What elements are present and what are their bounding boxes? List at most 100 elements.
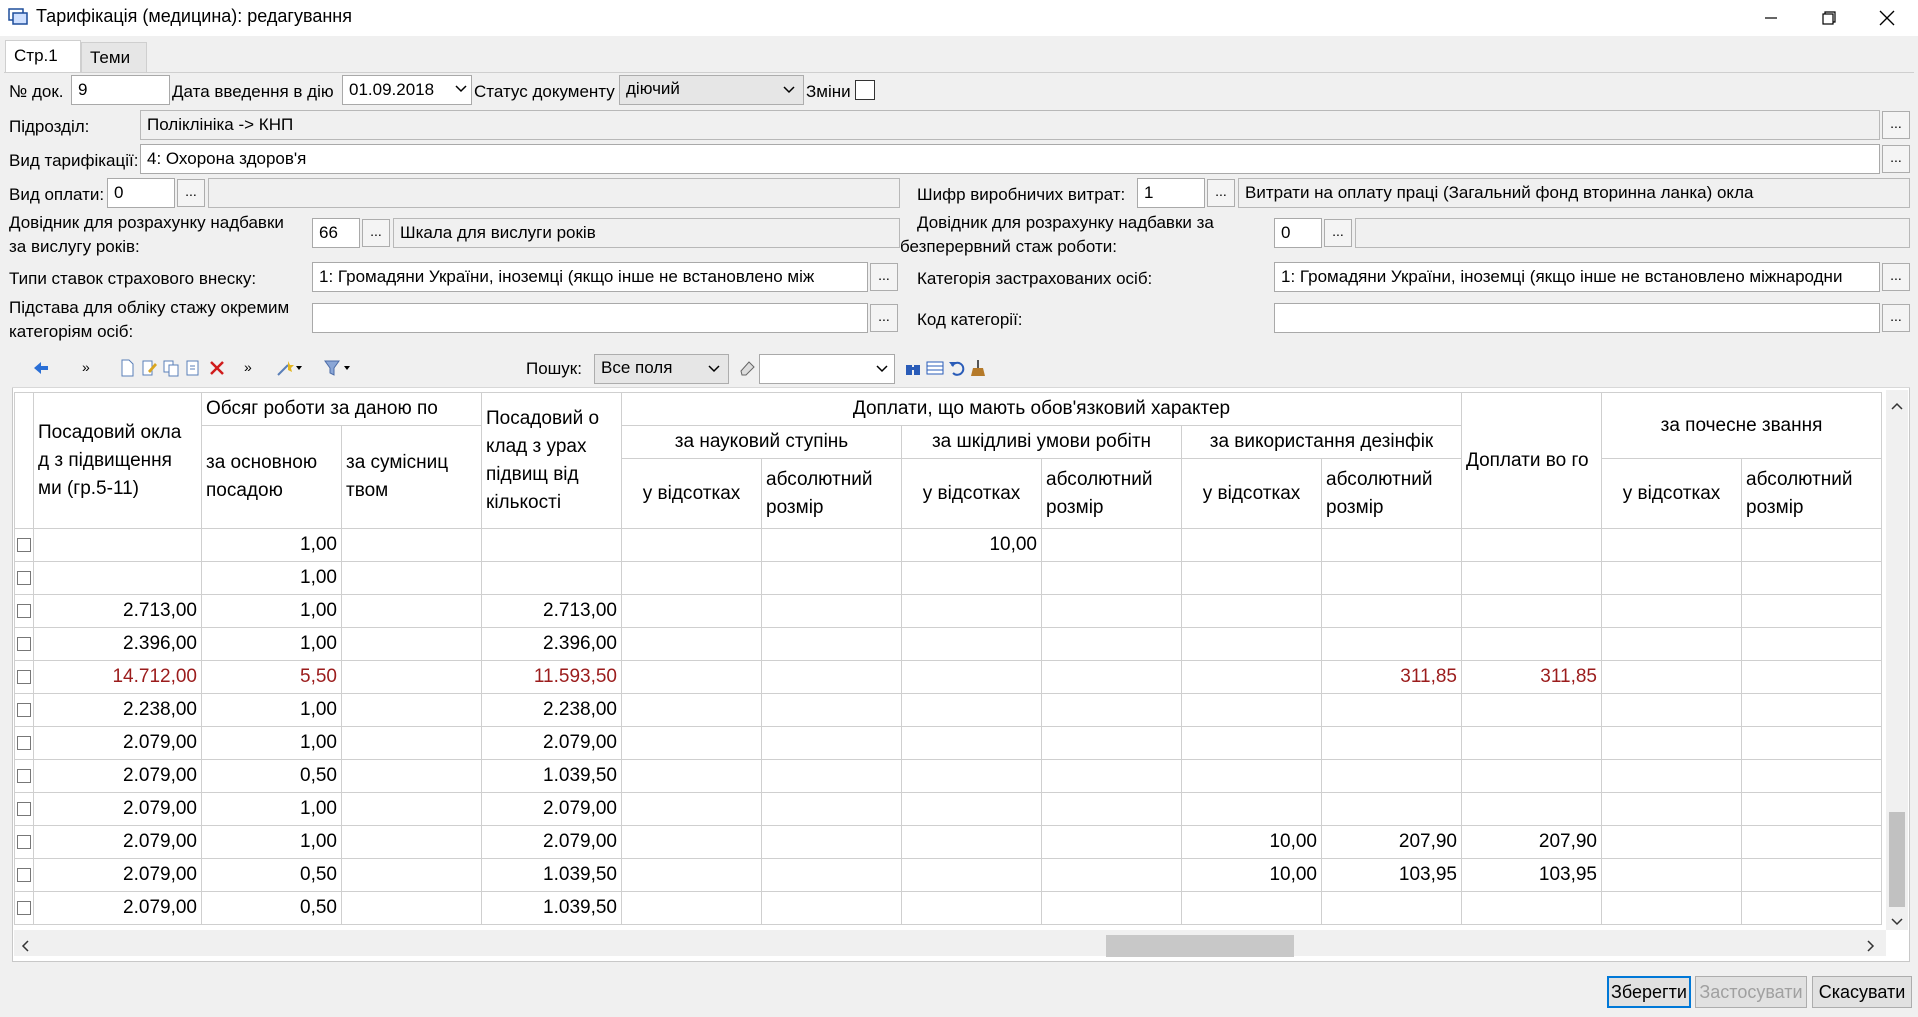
row-checkbox[interactable]	[17, 867, 31, 882]
row-checkbox[interactable]	[17, 801, 31, 816]
undo-icon[interactable]	[948, 359, 966, 377]
row-checkbox[interactable]	[17, 669, 31, 684]
search-scope-select[interactable]: Все поля	[594, 354, 729, 384]
table-cell[interactable]	[1741, 891, 1882, 925]
table-cell[interactable]: 2.396,00	[481, 627, 622, 661]
table-cell[interactable]	[1461, 726, 1602, 760]
table-cell[interactable]: 0,50	[201, 759, 342, 793]
table-cell[interactable]: 11.593,50	[481, 660, 622, 694]
more-icon[interactable]: »	[82, 359, 100, 377]
row-checkbox[interactable]	[17, 702, 31, 717]
cancel-button[interactable]: Скасувати	[1812, 976, 1912, 1008]
header-workload-main[interactable]: за основною посадою	[201, 425, 342, 529]
table-cell[interactable]	[481, 561, 622, 595]
table-cell[interactable]	[1181, 792, 1322, 826]
table-cell[interactable]: 2.238,00	[481, 693, 622, 727]
table-cell[interactable]	[341, 627, 482, 661]
restore-icon[interactable]	[1800, 0, 1858, 36]
header-honorary-percent[interactable]: у відсотках	[1601, 458, 1742, 529]
table-row[interactable]: 2.079,00 0,50 1.039,50	[14, 891, 1882, 925]
table-cell[interactable]	[1181, 627, 1322, 661]
table-row[interactable]: 14.712,00 5,50 11.593,50 311,85 311,85	[14, 660, 1882, 694]
table-cell[interactable]	[341, 660, 482, 694]
table-cell[interactable]	[1181, 561, 1322, 595]
table-cell[interactable]: 1,00	[201, 726, 342, 760]
table-cell[interactable]	[1461, 627, 1602, 661]
table-cell[interactable]	[341, 594, 482, 628]
apply-button[interactable]: Застосувати	[1695, 976, 1807, 1008]
header-honorary[interactable]: за почесне звання	[1601, 392, 1882, 459]
minimize-icon[interactable]	[1742, 0, 1800, 36]
table-cell[interactable]	[901, 858, 1042, 892]
table-cell[interactable]	[341, 561, 482, 595]
header-degree-absolute[interactable]: абсолютний розмір	[761, 458, 902, 529]
chevron-down-icon[interactable]	[876, 361, 888, 382]
table-cell[interactable]: 2.079,00	[33, 759, 202, 793]
insured-category-field[interactable]: 1: Громадяни України, іноземці (якщо інш…	[1274, 262, 1880, 292]
table-cell[interactable]	[761, 594, 902, 628]
header-harmful-absolute[interactable]: абсолютний розмір	[1041, 458, 1182, 529]
table-cell[interactable]	[1041, 825, 1182, 859]
table-cell[interactable]	[1601, 825, 1742, 859]
table-cell[interactable]	[761, 660, 902, 694]
table-cell[interactable]	[761, 825, 902, 859]
row-selector[interactable]	[14, 825, 34, 859]
row-selector[interactable]	[14, 726, 34, 760]
table-cell[interactable]	[901, 825, 1042, 859]
table-cell[interactable]	[341, 858, 482, 892]
insurance-types-field[interactable]: 1: Громадяни України, іноземці (якщо інш…	[312, 262, 868, 292]
table-row[interactable]: 2.238,00 1,00 2.238,00	[14, 693, 1882, 727]
search-input[interactable]	[759, 354, 895, 384]
horizontal-scroll-thumb[interactable]	[1106, 935, 1294, 957]
table-cell[interactable]: 1,00	[201, 792, 342, 826]
category-code-field[interactable]	[1274, 303, 1880, 333]
table-cell[interactable]: 14.712,00	[33, 660, 202, 694]
table-row[interactable]: 1,00	[14, 561, 1882, 595]
table-cell[interactable]	[761, 891, 902, 925]
table-cell[interactable]	[1741, 759, 1882, 793]
table-cell[interactable]	[1041, 891, 1182, 925]
table-cell[interactable]	[1321, 891, 1462, 925]
status-select[interactable]: діючий	[619, 75, 804, 105]
table-cell[interactable]: 2.079,00	[33, 858, 202, 892]
row-selector[interactable]	[14, 792, 34, 826]
wizard-icon[interactable]	[276, 359, 302, 377]
table-cell[interactable]: 1,00	[201, 627, 342, 661]
row-checkbox[interactable]	[17, 735, 31, 750]
table-icon[interactable]	[926, 359, 944, 377]
row-checkbox[interactable]	[17, 537, 31, 552]
row-selector[interactable]	[14, 858, 34, 892]
continuous-ref-input[interactable]: 0	[1274, 218, 1322, 248]
table-cell[interactable]	[1321, 726, 1462, 760]
table-row[interactable]: 2.079,00 1,00 2.079,00	[14, 726, 1882, 760]
vertical-scroll-thumb[interactable]	[1889, 812, 1905, 907]
table-cell[interactable]: 1,00	[201, 825, 342, 859]
table-cell[interactable]	[1041, 561, 1182, 595]
table-cell[interactable]	[1041, 759, 1182, 793]
table-cell[interactable]	[761, 792, 902, 826]
category-code-browse-button[interactable]: ...	[1882, 304, 1910, 332]
table-cell[interactable]	[621, 660, 762, 694]
header-degree-percent[interactable]: у відсотках	[621, 458, 762, 529]
new-document-icon[interactable]	[118, 359, 136, 377]
table-cell[interactable]	[621, 594, 762, 628]
table-cell[interactable]: 0,50	[201, 858, 342, 892]
table-cell[interactable]: 2.079,00	[33, 792, 202, 826]
changes-checkbox[interactable]	[855, 80, 875, 100]
row-selector[interactable]	[14, 759, 34, 793]
horizontal-scrollbar[interactable]	[14, 930, 1886, 956]
header-workload-combo[interactable]: за сумісниц твом	[341, 425, 482, 529]
table-cell[interactable]	[621, 528, 762, 562]
table-cell[interactable]	[33, 561, 202, 595]
table-cell[interactable]	[1181, 594, 1322, 628]
table-cell[interactable]: 10,00	[1181, 858, 1322, 892]
duplicate-icon[interactable]	[184, 359, 202, 377]
table-cell[interactable]	[341, 528, 482, 562]
table-cell[interactable]	[1041, 594, 1182, 628]
seniority-ref-browse-button[interactable]: ...	[362, 219, 390, 247]
table-cell[interactable]	[621, 726, 762, 760]
table-cell[interactable]: 1,00	[201, 594, 342, 628]
pay-type-browse-button[interactable]: ...	[177, 179, 205, 207]
header-degree[interactable]: за науковий ступінь	[621, 425, 902, 459]
table-row[interactable]: 2.079,00 0,50 1.039,50 10,00 103,95 103,95	[14, 858, 1882, 892]
